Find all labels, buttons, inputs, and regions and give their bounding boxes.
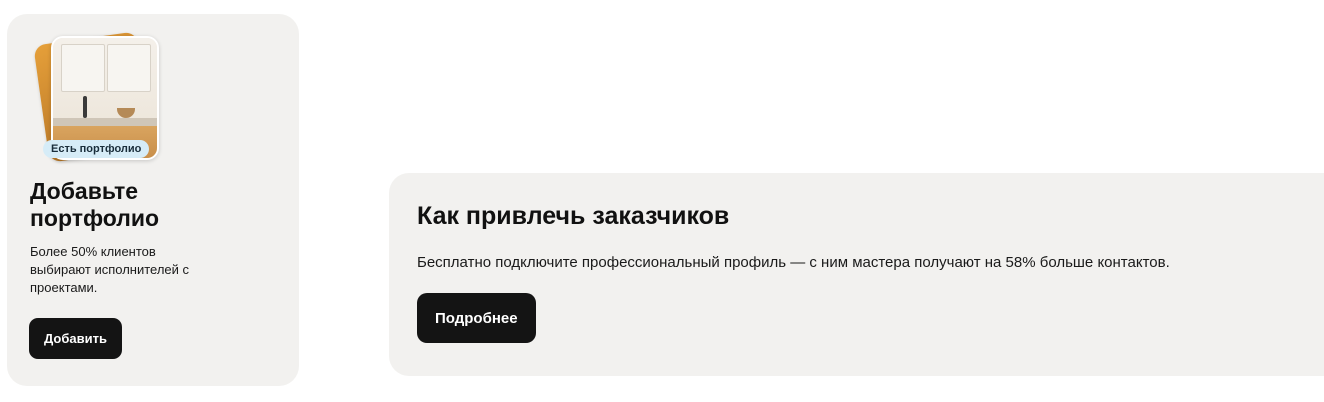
portfolio-badge: Есть портфолио <box>43 140 150 158</box>
portfolio-card: Есть портфолио Добавьте портфолио Более … <box>7 14 299 386</box>
kitchen-faucet <box>83 96 87 118</box>
kitchen-counter <box>53 118 157 126</box>
learn-more-button[interactable]: Подробнее <box>417 293 536 343</box>
kitchen-cabinet <box>107 44 151 92</box>
portfolio-description: Более 50% клиентов выбирают исполнителей… <box>30 244 190 295</box>
attract-customers-card: Как привлечь заказчиков Бесплатно подклю… <box>389 173 1324 376</box>
page: Есть портфолио Добавьте портфолио Более … <box>0 0 1324 402</box>
attract-customers-description: Бесплатно подключите профессиональный пр… <box>417 254 1170 271</box>
portfolio-title: Добавьте портфолио <box>30 178 160 231</box>
add-portfolio-button[interactable]: Добавить <box>29 318 122 359</box>
attract-customers-title: Как привлечь заказчиков <box>417 202 730 230</box>
kitchen-cabinet <box>61 44 105 92</box>
